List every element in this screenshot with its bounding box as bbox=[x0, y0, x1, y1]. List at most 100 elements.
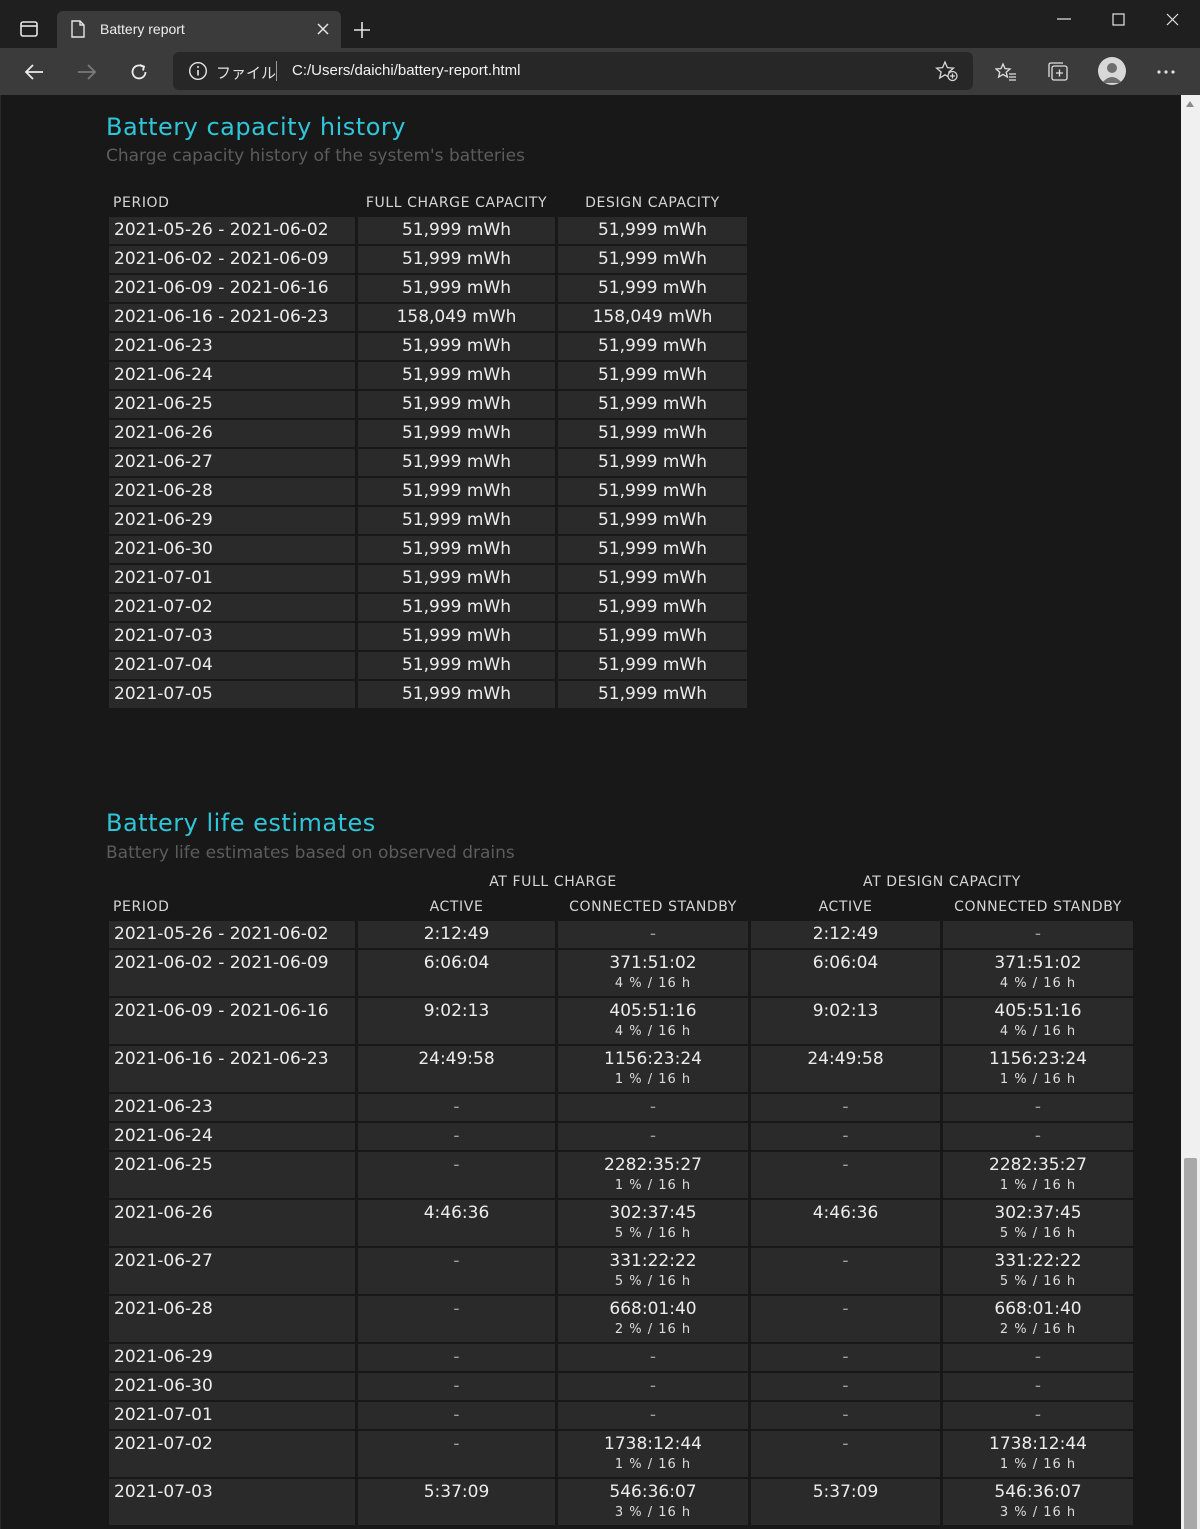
dc-connected-standby-cell: 668:01:40 2 % / 16 h bbox=[943, 1296, 1133, 1342]
period-value: 2021-06-16 - 2021-06-23 bbox=[114, 307, 329, 327]
dc-active-value: 24:49:58 bbox=[807, 1049, 884, 1069]
period-cell: 2021-06-23 bbox=[109, 1094, 355, 1121]
info-icon[interactable] bbox=[188, 61, 208, 85]
dc-connected-standby-cell: 371:51:02 4 % / 16 h bbox=[943, 950, 1133, 996]
design-capacity-cell: 51,999 mWh bbox=[558, 536, 747, 563]
profile-avatar-icon[interactable] bbox=[1098, 57, 1126, 85]
column-header-fc-active: ACTIVE bbox=[429, 899, 484, 915]
address-bar[interactable]: ファイル C:/Users/daichi/battery-report.html bbox=[173, 52, 973, 90]
favorites-icon[interactable] bbox=[991, 57, 1021, 87]
full-charge-capacity-value: 51,999 mWh bbox=[401, 365, 512, 385]
table-row: 2021-05-26 - 2021-06-02 51,999 mWh 51,999 … bbox=[109, 217, 747, 244]
more-icon[interactable] bbox=[1151, 57, 1181, 87]
design-capacity-value: 51,999 mWh bbox=[597, 655, 708, 675]
fc-active-cell: - bbox=[358, 1248, 555, 1294]
dc-connected-standby-rate: 5 % / 16 h bbox=[999, 1274, 1077, 1289]
period-value: 2021-07-05 bbox=[114, 684, 213, 704]
dc-connected-standby-cell: - bbox=[943, 1123, 1133, 1150]
period-value: 2021-06-16 - 2021-06-23 bbox=[114, 1049, 329, 1069]
dc-connected-standby-value: 546:36:07 bbox=[994, 1482, 1082, 1502]
dc-connected-standby-cell: 331:22:22 5 % / 16 h bbox=[943, 1248, 1133, 1294]
fc-active-cell: - bbox=[358, 1431, 555, 1477]
fc-active-value: - bbox=[453, 1299, 460, 1319]
period-cell: 2021-06-24 bbox=[109, 1123, 355, 1150]
close-icon[interactable] bbox=[313, 19, 333, 39]
back-arrow-icon[interactable] bbox=[19, 58, 49, 86]
browser-toolbar: ファイル C:/Users/daichi/battery-report.html bbox=[0, 48, 1200, 95]
period-value: 2021-07-02 bbox=[114, 597, 213, 617]
dc-connected-standby-value: - bbox=[1034, 1126, 1042, 1146]
design-capacity-value: 51,999 mWh bbox=[597, 336, 708, 356]
collections-icon[interactable] bbox=[1043, 57, 1073, 87]
design-capacity-value: 51,999 mWh bbox=[597, 481, 708, 501]
period-value: 2021-06-26 bbox=[114, 423, 213, 443]
design-capacity-cell: 51,999 mWh bbox=[558, 275, 747, 302]
scroll-up-arrow-icon[interactable] bbox=[1186, 101, 1194, 107]
period-cell: 2021-06-28 bbox=[109, 478, 355, 505]
url-text[interactable]: C:/Users/daichi/battery-report.html bbox=[292, 62, 520, 79]
full-charge-capacity-value: 51,999 mWh bbox=[401, 452, 512, 472]
table-row: 2021-06-02 - 2021-06-09 6:06:04 371:51:02 4… bbox=[109, 950, 1133, 996]
dc-active-value: 6:06:04 bbox=[812, 953, 879, 973]
design-capacity-value: 51,999 mWh bbox=[597, 278, 708, 298]
column-header-fc-connected-standby: CONNECTED STANDBY bbox=[569, 899, 737, 915]
full-charge-capacity-cell: 51,999 mWh bbox=[358, 478, 555, 505]
forward-arrow-icon[interactable] bbox=[72, 58, 102, 86]
fc-active-cell: - bbox=[358, 1402, 555, 1429]
period-value: 2021-06-09 - 2021-06-16 bbox=[114, 278, 329, 298]
browser-tab[interactable]: Battery report bbox=[57, 11, 341, 48]
full-charge-capacity-value: 51,999 mWh bbox=[401, 684, 512, 704]
fc-active-cell: - bbox=[358, 1373, 555, 1400]
dc-active-value: - bbox=[842, 1097, 849, 1117]
full-charge-capacity-cell: 51,999 mWh bbox=[358, 623, 555, 650]
tab-actions-icon[interactable] bbox=[12, 14, 46, 44]
design-capacity-value: 51,999 mWh bbox=[597, 684, 708, 704]
dc-connected-standby-value: - bbox=[1034, 1405, 1042, 1425]
fc-connected-standby-value: 546:36:07 bbox=[609, 1482, 697, 1502]
vertical-scrollbar[interactable] bbox=[1181, 95, 1200, 1529]
period-value: 2021-05-26 - 2021-06-02 bbox=[114, 924, 329, 944]
plus-icon[interactable] bbox=[348, 16, 376, 44]
table-row: 2021-07-03 51,999 mWh 51,999 mWh bbox=[109, 623, 747, 650]
full-charge-capacity-cell: 51,999 mWh bbox=[358, 594, 555, 621]
window-close-icon[interactable] bbox=[1152, 6, 1192, 32]
design-capacity-cell: 51,999 mWh bbox=[558, 594, 747, 621]
fc-connected-standby-value: - bbox=[649, 1405, 657, 1425]
fc-connected-standby-value: 405:51:16 bbox=[609, 1001, 697, 1021]
design-capacity-cell: 51,999 mWh bbox=[558, 246, 747, 273]
table-row: 2021-06-24 - - - - bbox=[109, 1123, 1133, 1150]
dc-connected-standby-rate: 4 % / 16 h bbox=[999, 1024, 1077, 1039]
maximize-icon[interactable] bbox=[1098, 6, 1138, 32]
dc-connected-standby-value: - bbox=[1034, 924, 1042, 944]
design-capacity-cell: 158,049 mWh bbox=[558, 304, 747, 331]
table-row: 2021-06-24 51,999 mWh 51,999 mWh bbox=[109, 362, 747, 389]
fc-connected-standby-rate: 1 % / 16 h bbox=[614, 1072, 692, 1087]
table-row: 2021-07-03 5:37:09 546:36:07 3 % / 16 h 5:37… bbox=[109, 1479, 1133, 1525]
table-row: 2021-07-04 51,999 mWh 51,999 mWh bbox=[109, 652, 747, 679]
minimize-icon[interactable] bbox=[1044, 6, 1084, 32]
full-charge-capacity-cell: 51,999 mWh bbox=[358, 565, 555, 592]
period-value: 2021-06-28 bbox=[114, 481, 213, 501]
fc-active-cell: 9:02:13 bbox=[358, 998, 555, 1044]
add-favorite-icon[interactable] bbox=[934, 60, 959, 86]
period-value: 2021-06-29 bbox=[114, 510, 213, 530]
period-value: 2021-06-30 bbox=[114, 1376, 213, 1396]
period-cell: 2021-06-09 - 2021-06-16 bbox=[109, 275, 355, 302]
dc-connected-standby-cell: 405:51:16 4 % / 16 h bbox=[943, 998, 1133, 1044]
period-value: 2021-06-25 bbox=[114, 1155, 213, 1175]
dc-active-cell: 5:37:09 bbox=[751, 1479, 940, 1525]
dc-active-cell: 2:12:49 bbox=[751, 921, 940, 948]
fc-connected-standby-value: - bbox=[649, 1126, 657, 1146]
table-row: 2021-06-29 - - - - bbox=[109, 1344, 1133, 1371]
refresh-icon[interactable] bbox=[124, 58, 154, 86]
fc-active-cell: - bbox=[358, 1296, 555, 1342]
fc-connected-standby-cell: 371:51:02 4 % / 16 h bbox=[558, 950, 748, 996]
dc-connected-standby-cell: 1156:23:24 1 % / 16 h bbox=[943, 1046, 1133, 1092]
table-row: 2021-06-23 51,999 mWh 51,999 mWh bbox=[109, 333, 747, 360]
fc-connected-standby-rate: 4 % / 16 h bbox=[614, 1024, 692, 1039]
scrollbar-thumb[interactable] bbox=[1184, 1158, 1197, 1529]
full-charge-capacity-cell: 51,999 mWh bbox=[358, 333, 555, 360]
fc-connected-standby-cell: - bbox=[558, 1344, 748, 1371]
dc-active-cell: 4:46:36 bbox=[751, 1200, 940, 1246]
dc-active-value: - bbox=[842, 1126, 849, 1146]
